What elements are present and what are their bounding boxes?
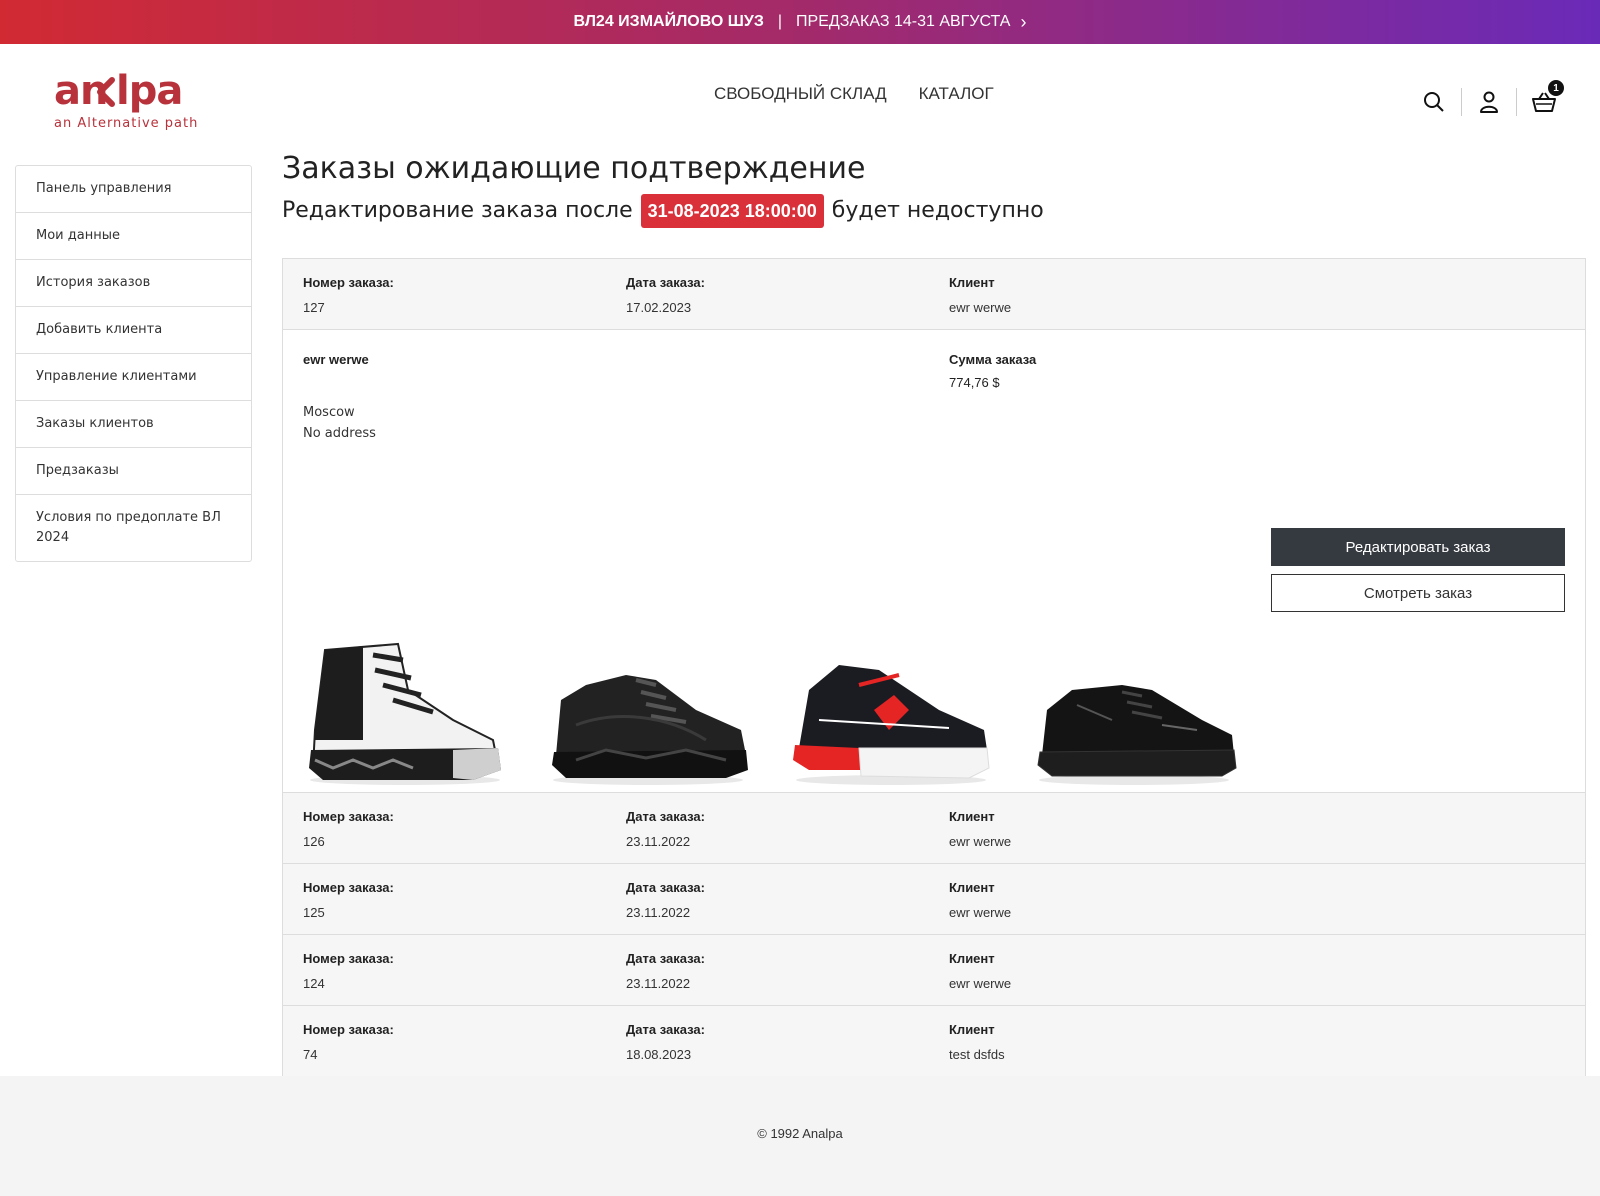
client-label: Клиент [949, 880, 995, 895]
site-footer: © 1992 Analpa [0, 1076, 1600, 1196]
sidebar-item-preorders[interactable]: Предзаказы [16, 448, 251, 495]
deadline-badge: 31-08-2023 18:00:00 [640, 194, 824, 228]
order-row[interactable]: Номер заказа: 74 Дата заказа: 18.08.2023 К… [283, 1006, 1585, 1077]
promo-banner[interactable]: ВЛ24 ИЗМАЙЛОВО ШУЗ | ПРЕДЗАКАЗ 14-31 АВГ… [0, 0, 1600, 44]
order-date: 18.08.2023 [626, 1047, 692, 1062]
main-content: Заказы ожидающие подтверждение Редактиро… [282, 150, 1586, 228]
sidebar-item-dashboard[interactable]: Панель управления [16, 166, 251, 213]
logo[interactable]: an lpa an Alternative path [54, 66, 214, 131]
logo-wordmark: an lpa [54, 68, 183, 114]
edit-deadline-notice: Редактирование заказа после 31-08-2023 1… [282, 194, 1586, 228]
order-row[interactable]: Номер заказа: 125 Дата заказа: 23.11.2022 … [283, 864, 1585, 935]
order-row[interactable]: Номер заказа: 126 Дата заказа: 23.11.2022 … [283, 793, 1585, 864]
notice-text-after: будет недоступно [831, 198, 1044, 223]
product-image-shoe-leather[interactable] [1032, 630, 1237, 790]
sidebar-item-prepayment-terms[interactable]: Условия по предоплате ВЛ 2024 [16, 495, 251, 561]
svg-text:lpa: lpa [116, 68, 182, 114]
order-date-label: Дата заказа: [626, 951, 705, 966]
order-number: 74 [303, 1047, 318, 1062]
copyright: © 1992 Analpa [757, 1126, 843, 1141]
customer-name: ewr werwe [303, 352, 369, 367]
promo-text: ПРЕДЗАКАЗ 14-31 АВГУСТА [796, 13, 1011, 30]
customer-city: Moscow [303, 405, 355, 420]
order-date-label: Дата заказа: [626, 880, 705, 895]
order-number: 125 [303, 905, 325, 920]
order-date-label: Дата заказа: [626, 275, 705, 290]
client-label: Клиент [949, 809, 995, 824]
order-sum: Сумма заказа 774,76 $ [949, 352, 1036, 390]
client-name: ewr werwe [949, 905, 1012, 920]
client-name: test dsfds [949, 1047, 1005, 1062]
order-number-label: Номер заказа: [303, 880, 394, 895]
order-number-label: Номер заказа: [303, 809, 394, 824]
order-date: 17.02.2023 [626, 300, 692, 315]
notice-text-before: Редактирование заказа после [282, 198, 633, 223]
client-name: ewr werwe [949, 976, 1012, 991]
product-image-sneaker-red[interactable] [789, 630, 994, 790]
sidebar-item-client-orders[interactable]: Заказы клиентов [16, 401, 251, 448]
edit-order-button[interactable]: Редактировать заказ [1271, 528, 1565, 566]
nav-free-stock[interactable]: СВОБОДНЫЙ СКЛАД [714, 84, 887, 104]
cart-icon[interactable]: 1 [1524, 80, 1564, 118]
product-image-sneaker-black[interactable] [546, 630, 751, 790]
user-icon[interactable] [1469, 86, 1509, 118]
order-row[interactable]: Номер заказа: 127 Дата заказа: 17.02.2023 … [283, 259, 1585, 330]
client-name: ewr werwe [949, 834, 1012, 849]
sidebar-item-manage-clients[interactable]: Управление клиентами [16, 354, 251, 401]
order-sum-label: Сумма заказа [949, 352, 1037, 367]
client-label: Клиент [949, 1022, 995, 1037]
page-title: Заказы ожидающие подтверждение [282, 151, 866, 186]
customer-street: No address [303, 426, 376, 441]
client-name: ewr werwe [949, 300, 1012, 315]
orders-list: Номер заказа: 127 Дата заказа: 17.02.2023 … [282, 258, 1586, 1078]
order-sum-value: 774,76 $ [949, 375, 1000, 390]
order-number-label: Номер заказа: [303, 275, 394, 290]
sidebar-item-my-data[interactable]: Мои данные [16, 213, 251, 260]
view-order-button[interactable]: Смотреть заказ [1271, 574, 1565, 612]
order-date: 23.11.2022 [626, 976, 691, 991]
customer-address: Moscow No address [303, 402, 376, 444]
order-date-label: Дата заказа: [626, 1022, 705, 1037]
logo-tagline: an Alternative path [54, 116, 199, 131]
order-number: 124 [303, 976, 325, 991]
order-date-label: Дата заказа: [626, 809, 705, 824]
promo-separator: | [777, 13, 783, 30]
client-label: Клиент [949, 275, 995, 290]
order-number: 127 [303, 300, 325, 315]
chevron-right-icon: › [1020, 11, 1027, 32]
order-row[interactable]: Номер заказа: 124 Дата заказа: 23.11.2022 … [283, 935, 1585, 1006]
account-sidebar: Панель управления Мои данные История зак… [15, 165, 252, 562]
divider [1516, 88, 1517, 116]
order-number-label: Номер заказа: [303, 951, 394, 966]
promo-title: ВЛ24 ИЗМАЙЛОВО ШУЗ [573, 13, 764, 30]
search-icon[interactable] [1414, 86, 1454, 118]
order-date: 23.11.2022 [626, 905, 691, 920]
sidebar-item-order-history[interactable]: История заказов [16, 260, 251, 307]
order-details: ewr werwe Moscow No address Сумма заказа… [283, 330, 1585, 793]
header-icons: 1 [1414, 80, 1564, 118]
site-header: an lpa an Alternative path СВОБОДНЫЙ СКЛ… [0, 44, 1600, 154]
order-date: 23.11.2022 [626, 834, 691, 849]
client-label: Клиент [949, 951, 995, 966]
nav-catalog[interactable]: КАТАЛОГ [919, 84, 994, 104]
sidebar-item-add-client[interactable]: Добавить клиента [16, 307, 251, 354]
cart-count-badge: 1 [1548, 80, 1564, 96]
product-thumbnails [303, 630, 1237, 790]
divider [1461, 88, 1462, 116]
main-nav: СВОБОДНЫЙ СКЛАД КАТАЛОГ [714, 84, 994, 104]
order-number-label: Номер заказа: [303, 1022, 394, 1037]
product-image-boot[interactable] [303, 630, 508, 790]
order-number: 126 [303, 834, 325, 849]
